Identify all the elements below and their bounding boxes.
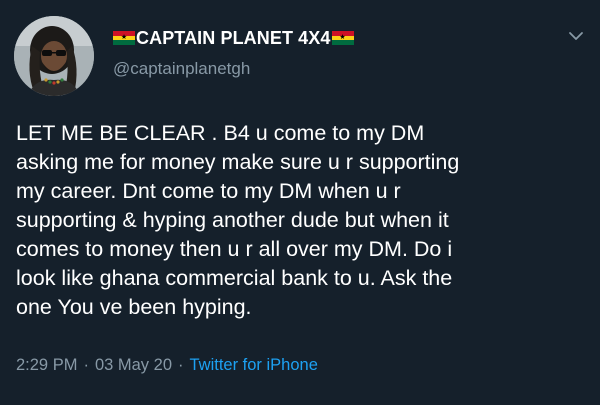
avatar-image [14,16,94,96]
tweet-time[interactable]: 2:29 PM [16,356,77,375]
avatar[interactable] [14,16,94,96]
tweet-card: ★ CAPTAIN PLANET 4X4 ★ @captainplanetgh … [0,0,600,405]
chevron-down-icon[interactable] [566,26,586,46]
tweet-date[interactable]: 03 May 20 [95,356,172,375]
name-row[interactable]: ★ CAPTAIN PLANET 4X4 ★ [113,26,354,50]
meta-separator: · [83,356,89,374]
ghana-flag-icon: ★ [113,31,135,45]
ghana-flag-icon: ★ [331,31,354,45]
user-handle[interactable]: @captainplanetgh [113,59,250,79]
tweet-text: LET ME BE CLEAR . B4 u come to my DM ask… [16,121,460,319]
tweet-source-link[interactable]: Twitter for iPhone [190,356,318,375]
display-name[interactable]: CAPTAIN PLANET 4X4 [136,28,331,49]
meta-separator: · [178,356,184,374]
tweet-meta: 2:29 PM · 03 May 20 · Twitter for iPhone [16,356,318,375]
